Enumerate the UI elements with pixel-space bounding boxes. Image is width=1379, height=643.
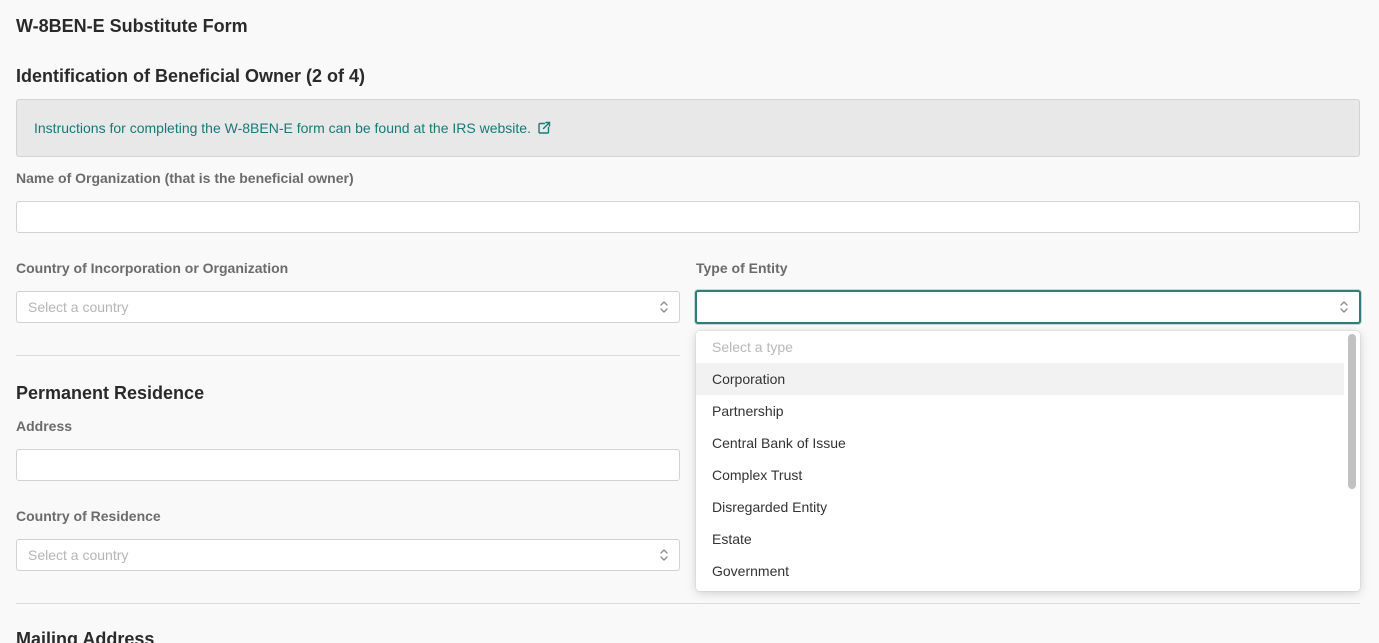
residence-country-placeholder: Select a country: [28, 547, 129, 563]
entity-type-option-estate[interactable]: Estate: [696, 523, 1344, 555]
org-name-input[interactable]: [16, 201, 1360, 233]
section-divider: [16, 603, 1360, 604]
entity-type-option-placeholder: Select a type: [712, 339, 793, 355]
address-label: Address: [16, 418, 73, 434]
chevron-up-down-icon: [659, 300, 669, 314]
residence-country-select[interactable]: Select a country: [16, 539, 680, 571]
entity-type-option-partnership[interactable]: Partnership: [696, 395, 1344, 427]
entity-type-option-complex-trust[interactable]: Complex Trust: [696, 459, 1344, 491]
residence-section-title: Permanent Residence: [16, 383, 205, 403]
irs-instructions-link[interactable]: Instructions for completing the W-8BEN-E…: [34, 120, 551, 136]
section-divider: [16, 355, 680, 356]
identification-section-title: Identification of Beneficial Owner (2 of…: [16, 66, 366, 86]
chevron-up-down-icon: [659, 548, 669, 562]
page: W-8BEN-E Substitute Form Identification …: [0, 0, 1379, 643]
address-input[interactable]: [16, 449, 680, 481]
chevron-up-down-icon: [1339, 300, 1349, 314]
entity-type-option-corporation[interactable]: Corporation: [696, 363, 1344, 395]
instructions-banner: Instructions for completing the W-8BEN-E…: [16, 99, 1360, 157]
mailing-section-title: Mailing Address: [16, 629, 155, 643]
entity-type-label: Type of Entity: [696, 260, 788, 276]
entity-type-dropdown: Select a type Corporation Partnership Ce…: [696, 331, 1360, 591]
incorporation-country-label: Country of Incorporation or Organization: [16, 260, 289, 276]
irs-instructions-link-text: Instructions for completing the W-8BEN-E…: [34, 120, 531, 136]
incorporation-country-select[interactable]: Select a country: [16, 291, 680, 323]
residence-country-label: Country of Residence: [16, 508, 161, 524]
dropdown-scrollbar[interactable]: [1348, 334, 1356, 489]
external-link-icon: [537, 121, 551, 135]
entity-type-option-government[interactable]: Government: [696, 555, 1344, 587]
org-name-label: Name of Organization (that is the benefi…: [16, 170, 354, 186]
incorporation-country-placeholder: Select a country: [28, 299, 129, 315]
entity-type-option-central-bank[interactable]: Central Bank of Issue: [696, 427, 1344, 459]
entity-type-select[interactable]: [695, 290, 1361, 324]
entity-type-option-disregarded-entity[interactable]: Disregarded Entity: [696, 491, 1344, 523]
form-title: W-8BEN-E Substitute Form: [16, 16, 248, 36]
